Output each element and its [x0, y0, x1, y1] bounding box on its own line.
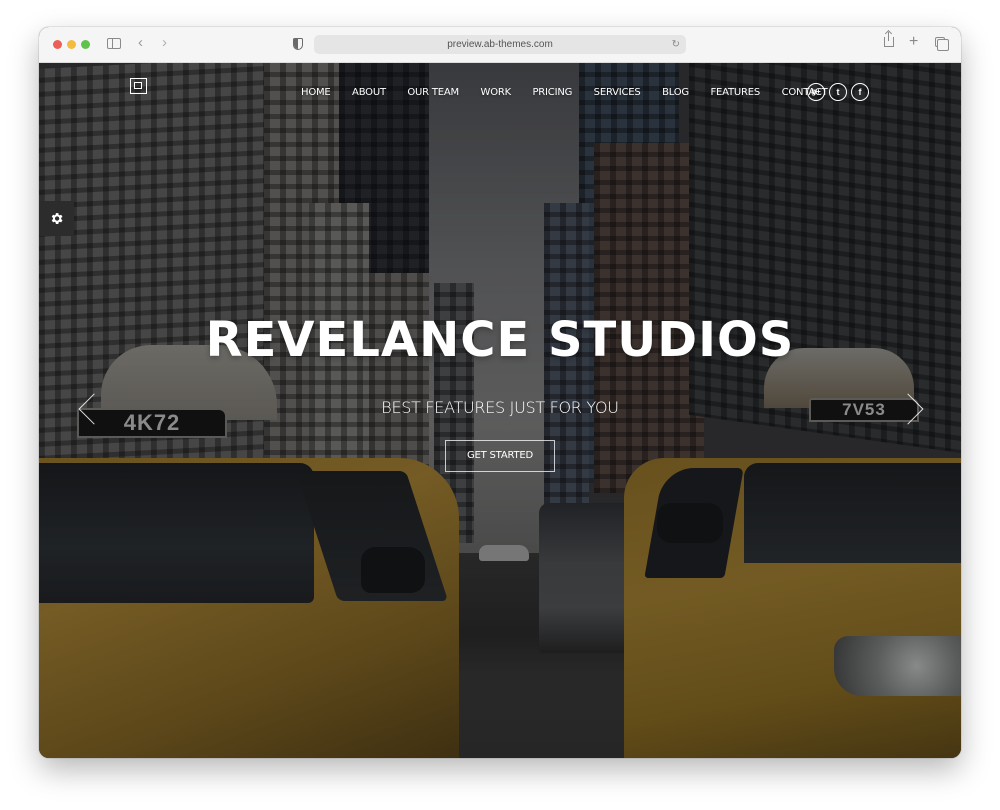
chevron-right-icon[interactable]: ›	[162, 35, 167, 50]
browser-window: ‹ › preview.ab-themes.com ↻ + 4K72 7V53 …	[39, 27, 961, 758]
google-plus-icon[interactable]: g+	[807, 83, 825, 101]
plus-icon[interactable]: +	[909, 34, 918, 50]
shield-icon[interactable]	[293, 38, 303, 50]
hero-subtitle: BEST FEATURES JUST FOR YOU	[381, 398, 619, 417]
share-icon[interactable]	[884, 32, 894, 47]
nav-services[interactable]: SERVICES	[594, 87, 641, 98]
site-logo[interactable]: RE	[130, 78, 147, 94]
address-bar[interactable]: preview.ab-themes.com ↻	[314, 35, 686, 54]
nav-features[interactable]: FEATURES	[710, 87, 760, 98]
url-text: preview.ab-themes.com	[447, 39, 553, 50]
tabs-overview-icon[interactable]	[935, 37, 949, 51]
reload-icon[interactable]: ↻	[672, 35, 680, 54]
browser-toolbar: ‹ › preview.ab-themes.com ↻ +	[39, 27, 961, 63]
close-window-button[interactable]	[53, 40, 62, 49]
nav-home[interactable]: HOME	[301, 87, 331, 98]
settings-panel-toggle[interactable]	[39, 201, 74, 236]
twitter-icon[interactable]: t	[829, 83, 847, 101]
minimize-window-button[interactable]	[67, 40, 76, 49]
nav-pricing[interactable]: PRICING	[532, 87, 572, 98]
logo-mark: RE	[134, 82, 142, 89]
nav-blog[interactable]: BLOG	[662, 87, 689, 98]
facebook-icon[interactable]: f	[851, 83, 869, 101]
maximize-window-button[interactable]	[81, 40, 90, 49]
get-started-button[interactable]: GET STARTED	[445, 440, 555, 472]
main-navigation: HOME ABOUT OUR TEAM WORK PRICING SERVICE…	[301, 87, 849, 98]
sidebar-icon[interactable]	[107, 38, 121, 49]
gear-icon	[51, 213, 63, 224]
nav-about[interactable]: ABOUT	[352, 87, 386, 98]
nav-our-team[interactable]: OUR TEAM	[407, 87, 459, 98]
nav-work[interactable]: WORK	[481, 87, 512, 98]
hero-section: 4K72 7V53 RE HOME ABOUT OUR TEAM WORK PR…	[39, 63, 961, 758]
chevron-left-icon[interactable]: ‹	[138, 35, 143, 50]
hero-title: REVELANCE STUDIOS	[205, 312, 795, 368]
